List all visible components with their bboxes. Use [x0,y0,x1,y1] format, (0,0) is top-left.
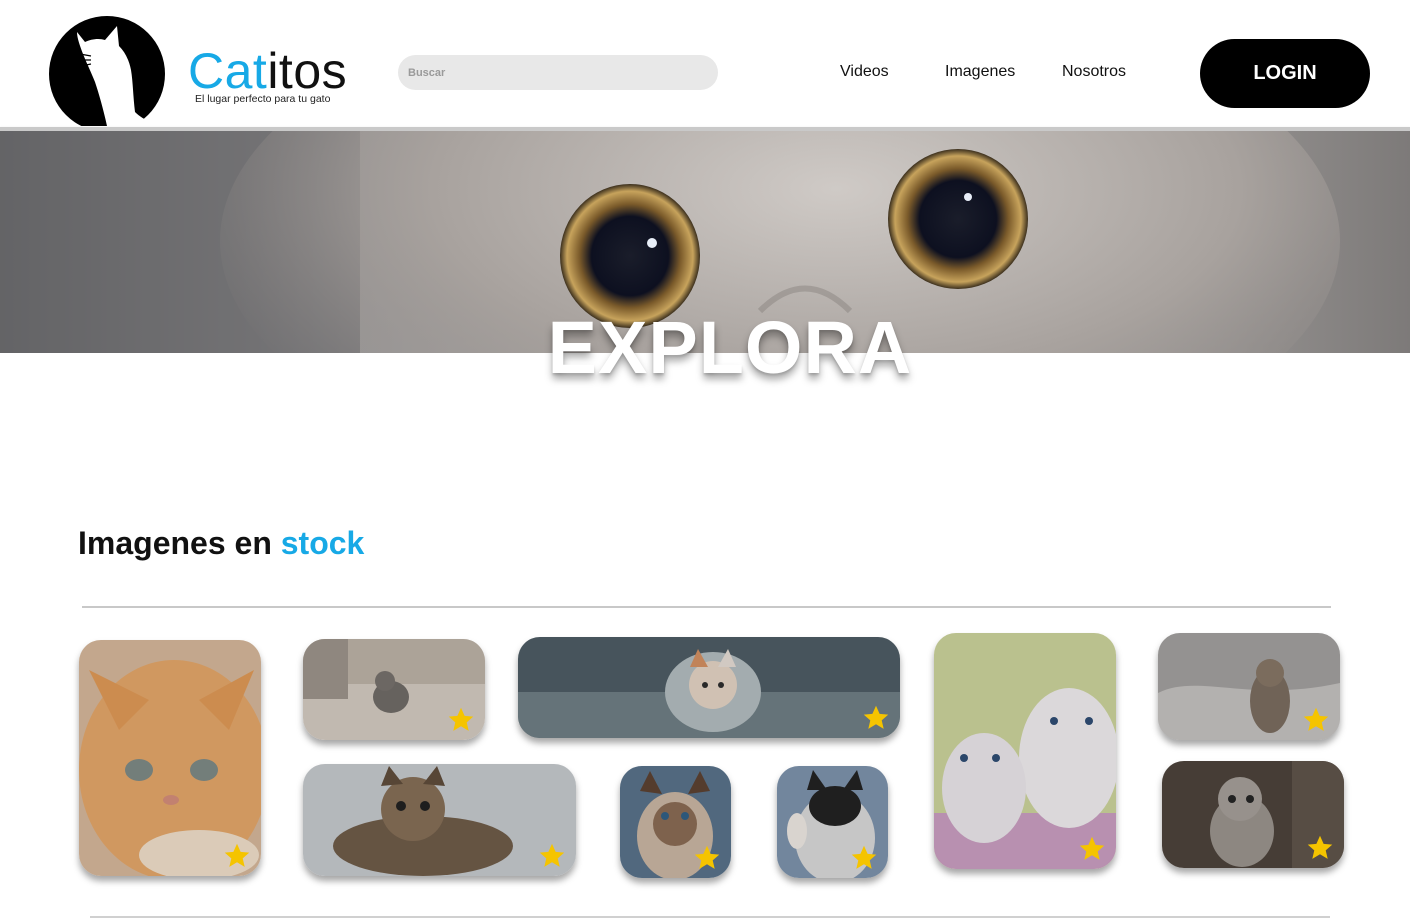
brand-name-rest: itos [267,43,348,99]
tile-overlay [303,764,576,876]
section-title-text: Imagenes en [78,525,281,561]
brand-name-accent: Cat [188,43,268,99]
brand-name[interactable]: Catitos [188,46,347,96]
star-icon[interactable] [447,706,475,734]
gallery-tile-tabby-kitten-lying[interactable] [303,764,576,876]
gallery-tile-grey-kitten-floor[interactable] [303,639,485,740]
star-icon[interactable] [693,844,721,872]
search-input[interactable] [398,55,718,90]
star-icon[interactable] [223,842,251,870]
star-icon[interactable] [862,704,890,732]
site-header: Catitos El lugar perfecto para tu gato V… [0,0,1410,128]
star-icon[interactable] [1078,835,1106,863]
gallery-tile-white-kittens[interactable] [934,633,1116,869]
star-icon[interactable] [850,844,878,872]
nav-link-nosotros[interactable]: Nosotros [1062,63,1126,81]
login-button[interactable]: LOGIN [1200,39,1370,108]
section-divider-bottom [90,916,1330,918]
tile-overlay [934,633,1116,869]
nav-link-imagenes[interactable]: Imagenes [945,63,1015,81]
star-icon[interactable] [538,842,566,870]
cat-silhouette-icon[interactable] [47,16,167,126]
hero-title: EXPLORA [547,306,913,389]
gallery-tile-orange-kitten[interactable] [79,640,261,876]
tile-overlay [79,640,261,876]
gallery-tile-grey-tabby-kitten[interactable] [1162,761,1344,868]
gallery-tile-black-white-kitten[interactable] [777,766,888,878]
gallery-tile-kitten-blanket[interactable] [518,637,900,738]
gallery-tile-siamese-kitten[interactable] [620,766,731,878]
nav-link-videos[interactable]: Videos [840,63,889,81]
section-title-accent: stock [280,525,365,561]
section-title: Imagenes en stock [78,525,364,562]
gallery-tile-tabby-kitten-bed[interactable] [1158,633,1340,740]
tile-overlay [518,637,900,738]
star-icon[interactable] [1302,706,1330,734]
section-divider-top [82,606,1331,608]
brand-tagline: El lugar perfecto para tu gato [195,93,331,105]
star-icon[interactable] [1306,834,1334,862]
